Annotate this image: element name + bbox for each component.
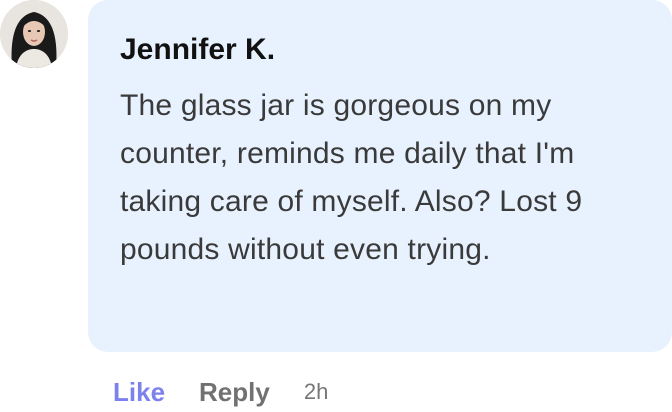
comment: Jennifer K. The glass jar is gorgeous on… <box>0 0 672 412</box>
comment-author[interactable]: Jennifer K. <box>120 30 638 70</box>
comment-actions: Like Reply 2h <box>113 372 328 412</box>
avatar-photo-icon <box>0 0 68 68</box>
comment-text: The glass jar is gorgeous on my counter,… <box>120 89 583 266</box>
like-button[interactable]: Like <box>113 377 165 408</box>
avatar[interactable] <box>0 0 68 68</box>
comment-bubble: Jennifer K. The glass jar is gorgeous on… <box>88 0 672 352</box>
reply-button[interactable]: Reply <box>199 377 270 408</box>
comment-timestamp: 2h <box>303 379 329 404</box>
